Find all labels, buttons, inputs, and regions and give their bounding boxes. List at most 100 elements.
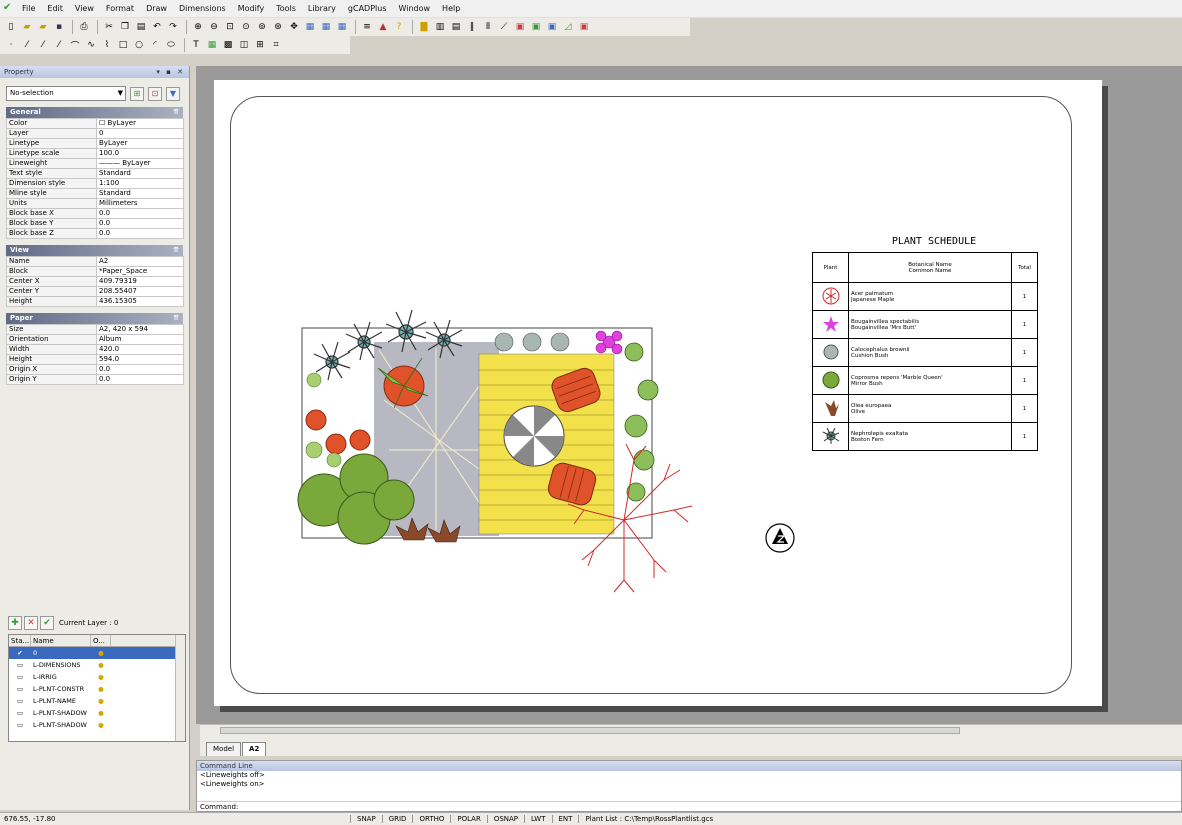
- arc-line-icon[interactable]: ⌒: [68, 38, 82, 52]
- layer-status-icon[interactable]: ▭: [9, 659, 31, 671]
- layer-status-icon[interactable]: ▭: [9, 707, 31, 719]
- property-row[interactable]: Block *Paper_Space: [6, 266, 184, 277]
- layer-row[interactable]: ▭ L-PLNT-CONSTR ●: [9, 683, 185, 695]
- layer-row[interactable]: ▭ L-IRRIG ●: [9, 671, 185, 683]
- menu-edit[interactable]: Edit: [41, 4, 69, 13]
- menu-gcadplus[interactable]: gCADPlus: [342, 4, 393, 13]
- horizontal-scrollbar[interactable]: [200, 724, 1182, 736]
- layer-row[interactable]: ▭ L-PLNT-SHADOW ●: [9, 719, 185, 731]
- property-row[interactable]: Lineweight ——— ByLayer: [6, 158, 184, 169]
- ent-toggle[interactable]: ENT: [551, 815, 579, 823]
- zoom-previous-icon[interactable]: ⊙: [239, 20, 253, 34]
- property-value[interactable]: 420.0: [96, 344, 184, 355]
- report-icon[interactable]: ▣: [577, 20, 591, 34]
- ellipse-icon[interactable]: ⬭: [164, 38, 178, 52]
- property-value[interactable]: Standard: [96, 188, 184, 199]
- section-general[interactable]: General ⇈: [6, 107, 183, 118]
- layer-status-icon[interactable]: ▭: [9, 683, 31, 695]
- property-value[interactable]: 208.55407: [96, 286, 184, 297]
- column-name[interactable]: Name: [31, 635, 91, 646]
- menu-draw[interactable]: Draw: [140, 4, 173, 13]
- graph-icon[interactable]: ◿: [561, 20, 575, 34]
- tab-model[interactable]: Model: [206, 742, 242, 756]
- layer-status-icon[interactable]: ▭: [9, 719, 31, 731]
- lightbulb-icon[interactable]: ●: [91, 659, 111, 671]
- paste-icon[interactable]: ▤: [134, 20, 148, 34]
- collapse-icon[interactable]: ⇈: [173, 313, 179, 324]
- property-value[interactable]: ByLayer: [96, 138, 184, 149]
- insert-block-icon[interactable]: ▦: [205, 38, 219, 52]
- menu-file[interactable]: File: [16, 4, 41, 13]
- zoom-all-icon[interactable]: ⊛: [271, 20, 285, 34]
- layer-status-icon[interactable]: ▭: [9, 671, 31, 683]
- property-value[interactable]: 594.0: [96, 354, 184, 365]
- rectangle-icon[interactable]: □: [116, 38, 130, 52]
- plant-library-icon[interactable]: ▣: [529, 20, 543, 34]
- layer-row[interactable]: ✔ 0 ●: [9, 647, 185, 659]
- circle-icon[interactable]: ○: [132, 38, 146, 52]
- section-paper[interactable]: Paper ⇈: [6, 313, 183, 324]
- selection-dropdown[interactable]: No-selection ▼: [6, 86, 126, 101]
- property-row[interactable]: Mline style Standard: [6, 188, 184, 199]
- property-value[interactable]: Album: [96, 334, 184, 345]
- polyline-icon[interactable]: ⁄: [36, 38, 50, 52]
- menu-library[interactable]: Library: [302, 4, 342, 13]
- plant-schedule-icon[interactable]: ▣: [545, 20, 559, 34]
- property-value[interactable]: ——— ByLayer: [96, 158, 184, 169]
- property-row[interactable]: Text style Standard: [6, 168, 184, 179]
- text-icon[interactable]: T: [189, 38, 203, 52]
- grid-icon[interactable]: ▥: [433, 20, 447, 34]
- layer-row[interactable]: ▭ L-PLNT-SHADOW ●: [9, 707, 185, 719]
- osnap-toggle[interactable]: OSNAP: [486, 815, 524, 823]
- redo-icon[interactable]: ↷: [166, 20, 180, 34]
- property-value[interactable]: *Paper_Space: [96, 266, 184, 277]
- property-value[interactable]: 1:100: [96, 178, 184, 189]
- lightbulb-icon[interactable]: ●: [91, 683, 111, 695]
- table-icon[interactable]: ⊞: [253, 38, 267, 52]
- property-value[interactable]: 0.0: [96, 218, 184, 229]
- region-icon[interactable]: ◫: [237, 38, 251, 52]
- property-row[interactable]: Width 420.0: [6, 344, 184, 355]
- property-row[interactable]: Layer 0: [6, 128, 184, 139]
- lightbulb-icon[interactable]: ●: [91, 695, 111, 707]
- property-value[interactable]: 0.0: [96, 228, 184, 239]
- menu-format[interactable]: Format: [100, 4, 140, 13]
- color-palette-icon[interactable]: ▇: [417, 20, 431, 34]
- view-2-icon[interactable]: ▦: [319, 20, 333, 34]
- layer-status-icon[interactable]: ▭: [9, 695, 31, 707]
- property-value[interactable]: 0.0: [96, 374, 184, 385]
- select-objects-icon[interactable]: ⊡: [148, 86, 162, 101]
- hatch-fill-icon[interactable]: ▩: [221, 38, 235, 52]
- view-1-icon[interactable]: ▦: [303, 20, 317, 34]
- menu-view[interactable]: View: [69, 4, 100, 13]
- property-row[interactable]: Block base Z 0.0: [6, 228, 184, 239]
- lightbulb-icon[interactable]: ●: [91, 707, 111, 719]
- measure-icon[interactable]: ⟋: [497, 20, 511, 34]
- property-row[interactable]: Name A2: [6, 256, 184, 267]
- menu-window[interactable]: Window: [393, 4, 437, 13]
- zoom-out-icon[interactable]: ⊖: [207, 20, 221, 34]
- grid-toggle[interactable]: GRID: [381, 815, 413, 823]
- panel-window-controls[interactable]: ▾ ▪ ✕: [156, 66, 185, 78]
- delete-layer-icon[interactable]: ✕: [24, 616, 38, 630]
- zoom-in-icon[interactable]: ⊕: [191, 20, 205, 34]
- lightbulb-icon[interactable]: ●: [91, 647, 111, 659]
- ortho-toggle[interactable]: ORTHO: [412, 815, 450, 823]
- help-icon[interactable]: ?: [392, 20, 406, 34]
- spline-icon[interactable]: ∿: [84, 38, 98, 52]
- arc-icon[interactable]: ◜: [148, 38, 162, 52]
- lightbulb-icon[interactable]: ●: [91, 671, 111, 683]
- set-current-icon[interactable]: ✔: [40, 616, 54, 630]
- zoom-extents-icon[interactable]: ⊚: [255, 20, 269, 34]
- property-row[interactable]: Orientation Album: [6, 334, 184, 345]
- open-folder-icon[interactable]: ▰: [20, 20, 34, 34]
- menu-tools[interactable]: Tools: [270, 4, 302, 13]
- property-row[interactable]: Block base Y 0.0: [6, 218, 184, 229]
- align-icon[interactable]: ⫴: [481, 20, 495, 34]
- property-row[interactable]: Size A2, 420 x 594: [6, 324, 184, 335]
- hatch-icon[interactable]: ▤: [449, 20, 463, 34]
- property-row[interactable]: Color ☐ ByLayer: [6, 118, 184, 129]
- command-input[interactable]: Command:: [197, 801, 1181, 811]
- save-icon[interactable]: ▪: [52, 20, 66, 34]
- property-value[interactable]: 0: [96, 128, 184, 139]
